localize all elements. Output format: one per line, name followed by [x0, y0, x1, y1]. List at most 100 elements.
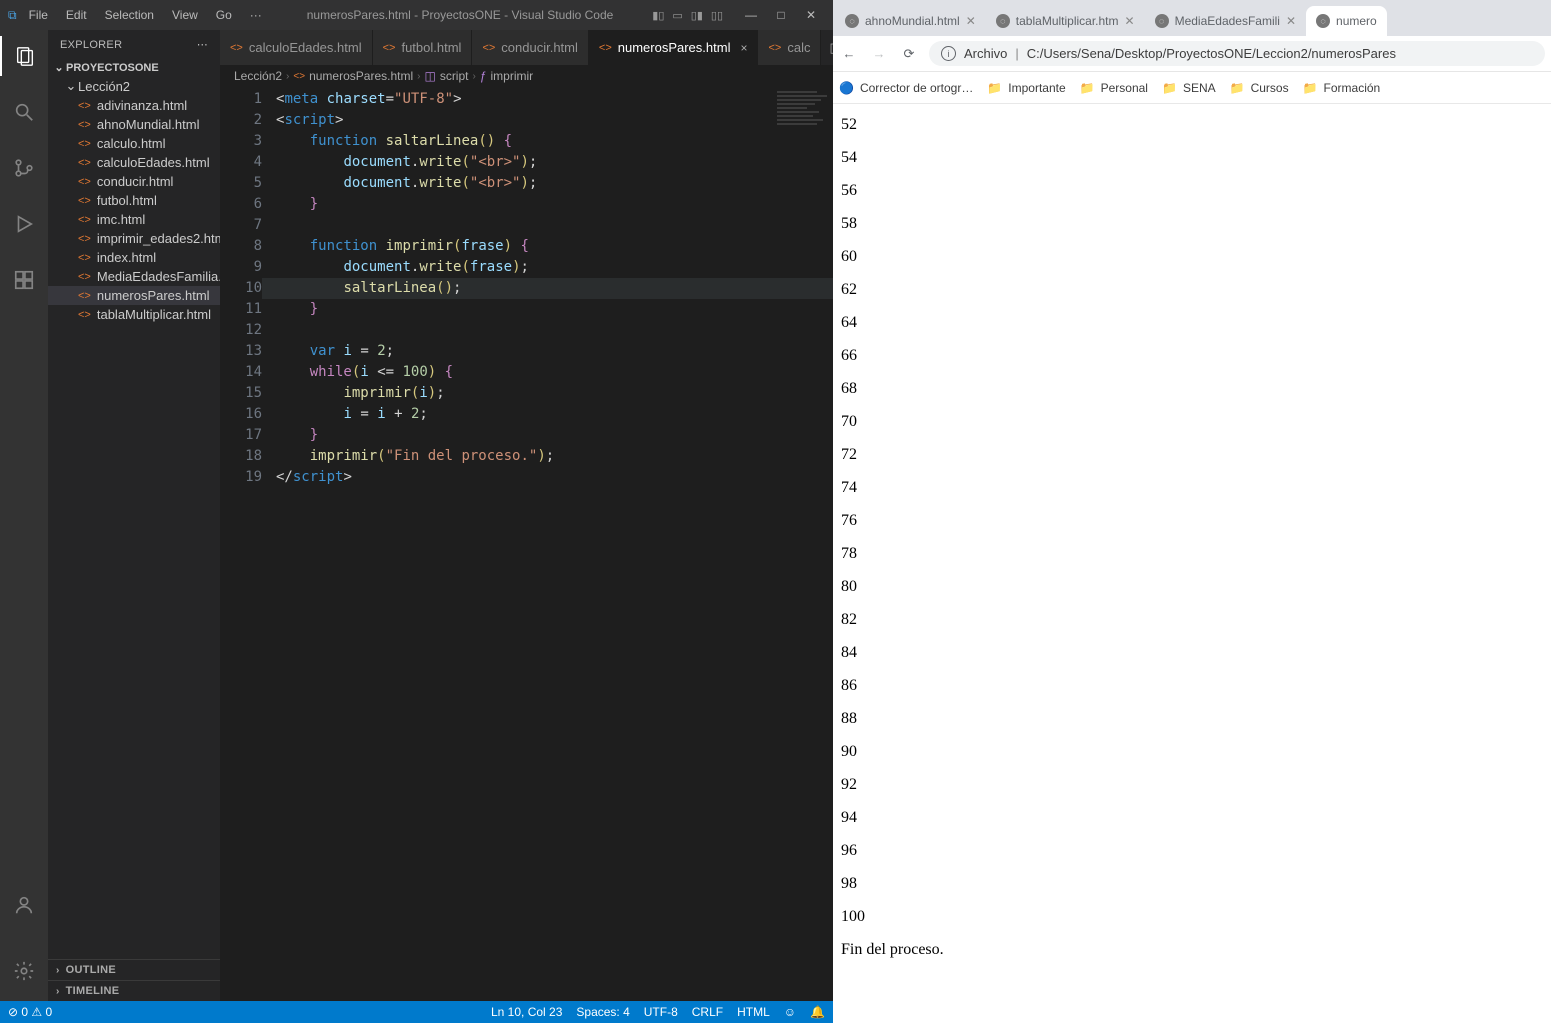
- code-line[interactable]: document.write("<br>");: [262, 173, 833, 194]
- layout-toggle-3-icon[interactable]: ▯▮: [691, 9, 703, 22]
- layout-toggle-4-icon[interactable]: ▯▯: [711, 9, 723, 22]
- chrome-tab-close-icon[interactable]: ✕: [1286, 14, 1296, 28]
- code-line[interactable]: function imprimir(frase) {: [262, 236, 833, 257]
- menu-file[interactable]: File: [23, 8, 54, 22]
- file-row[interactable]: <>index.html: [48, 248, 220, 267]
- menu-selection[interactable]: Selection: [99, 8, 160, 22]
- chrome-tab-close-icon[interactable]: ✕: [966, 14, 976, 28]
- status-eol[interactable]: CRLF: [692, 1005, 723, 1019]
- chrome-tab[interactable]: ◌MediaEdadesFamili✕: [1145, 6, 1306, 36]
- breadcrumb-function[interactable]: imprimir: [491, 69, 534, 83]
- menu-more[interactable]: ···: [244, 8, 268, 22]
- project-root[interactable]: ⌄ PROYECTOSONE: [48, 59, 220, 76]
- breadcrumb-file[interactable]: numerosPares.html: [309, 69, 413, 83]
- breadcrumbs[interactable]: Lección2 › <> numerosPares.html › ◫ scri…: [220, 65, 833, 87]
- file-row[interactable]: <>adivinanza.html: [48, 96, 220, 115]
- close-window-icon[interactable]: ✕: [797, 8, 825, 22]
- status-feedback-icon[interactable]: ☺: [784, 1005, 796, 1019]
- file-row[interactable]: <>imc.html: [48, 210, 220, 229]
- timeline-panel[interactable]: › TIMELINE: [48, 980, 220, 1001]
- code-line[interactable]: var i = 2;: [262, 341, 833, 362]
- code-line[interactable]: while(i <= 100) {: [262, 362, 833, 383]
- breadcrumb-script[interactable]: script: [440, 69, 469, 83]
- search-icon[interactable]: [0, 92, 48, 132]
- file-row[interactable]: <>futbol.html: [48, 191, 220, 210]
- menu-view[interactable]: View: [166, 8, 204, 22]
- file-row[interactable]: <>calculoEdades.html: [48, 153, 220, 172]
- info-icon[interactable]: i: [941, 46, 956, 61]
- editor-tab[interactable]: <>calculoEdades.html: [220, 30, 373, 65]
- breadcrumb-folder[interactable]: Lección2: [234, 69, 282, 83]
- layout-toggle-2-icon[interactable]: ▭: [672, 9, 682, 22]
- menu-edit[interactable]: Edit: [60, 8, 93, 22]
- extensions-icon[interactable]: [0, 260, 48, 300]
- status-lang[interactable]: HTML: [737, 1005, 770, 1019]
- editor-tab[interactable]: <>numerosPares.html×: [589, 30, 759, 65]
- chrome-tab[interactable]: ◌tablaMultiplicar.htm✕: [986, 6, 1145, 36]
- file-row[interactable]: <>ahnoMundial.html: [48, 115, 220, 134]
- chrome-tab[interactable]: ◌ahnoMundial.html✕: [835, 6, 986, 36]
- line-number: 16: [220, 404, 262, 425]
- status-indent[interactable]: Spaces: 4: [576, 1005, 629, 1019]
- code-line[interactable]: document.write("<br>");: [262, 152, 833, 173]
- code-line[interactable]: </script>: [262, 467, 833, 488]
- code-line[interactable]: <script>: [262, 110, 833, 131]
- status-encoding[interactable]: UTF-8: [644, 1005, 678, 1019]
- tab-close-icon[interactable]: ×: [740, 41, 747, 55]
- bookmark-item[interactable]: 📁Cursos: [1230, 81, 1289, 95]
- bookmark-item[interactable]: 🔵Corrector de ortogr…: [839, 81, 973, 95]
- file-label: futbol.html: [97, 193, 157, 208]
- file-row[interactable]: <>MediaEdadesFamilia.html: [48, 267, 220, 286]
- status-bell-icon[interactable]: 🔔: [810, 1005, 825, 1019]
- code-editor[interactable]: 12345678910111213141516171819 <meta char…: [220, 87, 833, 1001]
- code-line[interactable]: function saltarLinea() {: [262, 131, 833, 152]
- code-line[interactable]: [262, 320, 833, 341]
- tab-overflow[interactable]: ▯▯⋯: [821, 30, 833, 65]
- chevron-right-icon: ›: [286, 71, 289, 82]
- menu-go[interactable]: Go: [210, 8, 238, 22]
- forward-icon[interactable]: →: [869, 46, 889, 61]
- minimap[interactable]: [773, 91, 829, 211]
- editor-tab[interactable]: <>futbol.html: [373, 30, 473, 65]
- bookmark-item[interactable]: 📁Formación: [1303, 81, 1381, 95]
- code-line[interactable]: }: [262, 299, 833, 320]
- file-row[interactable]: <>numerosPares.html: [48, 286, 220, 305]
- account-icon[interactable]: [0, 885, 48, 925]
- bookmark-item[interactable]: 📁SENA: [1162, 81, 1216, 95]
- editor-tab[interactable]: <>conducir.html: [472, 30, 588, 65]
- file-row[interactable]: <>conducir.html: [48, 172, 220, 191]
- minimize-icon[interactable]: —: [737, 8, 765, 22]
- status-errors[interactable]: ⊘ 0 ⚠ 0: [8, 1005, 52, 1019]
- settings-gear-icon[interactable]: [0, 951, 48, 991]
- code-line[interactable]: [262, 215, 833, 236]
- folder-leccion2[interactable]: ⌄ Lección2: [48, 76, 220, 96]
- address-bar[interactable]: i Archivo | C:/Users/Sena/Desktop/Proyec…: [929, 41, 1545, 66]
- bookmark-item[interactable]: 📁Importante: [987, 81, 1065, 95]
- code-line[interactable]: saltarLinea();: [262, 278, 833, 299]
- file-row[interactable]: <>calculo.html: [48, 134, 220, 153]
- explorer-more-icon[interactable]: ⋯: [197, 38, 208, 51]
- code-line[interactable]: document.write(frase);: [262, 257, 833, 278]
- code-line[interactable]: i = i + 2;: [262, 404, 833, 425]
- file-row[interactable]: <>imprimir_edades2.html: [48, 229, 220, 248]
- explorer-icon[interactable]: [0, 36, 48, 76]
- outline-panel[interactable]: › OUTLINE: [48, 959, 220, 980]
- status-cursor[interactable]: Ln 10, Col 23: [491, 1005, 562, 1019]
- back-icon[interactable]: ←: [839, 46, 859, 61]
- layout-toggle-1-icon[interactable]: ▮▯: [652, 9, 664, 22]
- chrome-tab-close-icon[interactable]: ✕: [1125, 14, 1135, 28]
- maximize-icon[interactable]: □: [767, 8, 795, 22]
- editor-tab[interactable]: <>calc: [758, 30, 821, 65]
- reload-icon[interactable]: ⟳: [899, 46, 919, 62]
- bookmark-item[interactable]: 📁Personal: [1080, 81, 1148, 95]
- file-row[interactable]: <>tablaMultiplicar.html: [48, 305, 220, 324]
- code-line[interactable]: }: [262, 194, 833, 215]
- chrome-tab[interactable]: ◌numero: [1306, 6, 1387, 36]
- code-content[interactable]: <meta charset="UTF-8"><script> function …: [262, 87, 833, 1001]
- code-line[interactable]: <meta charset="UTF-8">: [262, 89, 833, 110]
- code-line[interactable]: imprimir(i);: [262, 383, 833, 404]
- source-control-icon[interactable]: [0, 148, 48, 188]
- code-line[interactable]: }: [262, 425, 833, 446]
- code-line[interactable]: imprimir("Fin del proceso.");: [262, 446, 833, 467]
- run-debug-icon[interactable]: [0, 204, 48, 244]
